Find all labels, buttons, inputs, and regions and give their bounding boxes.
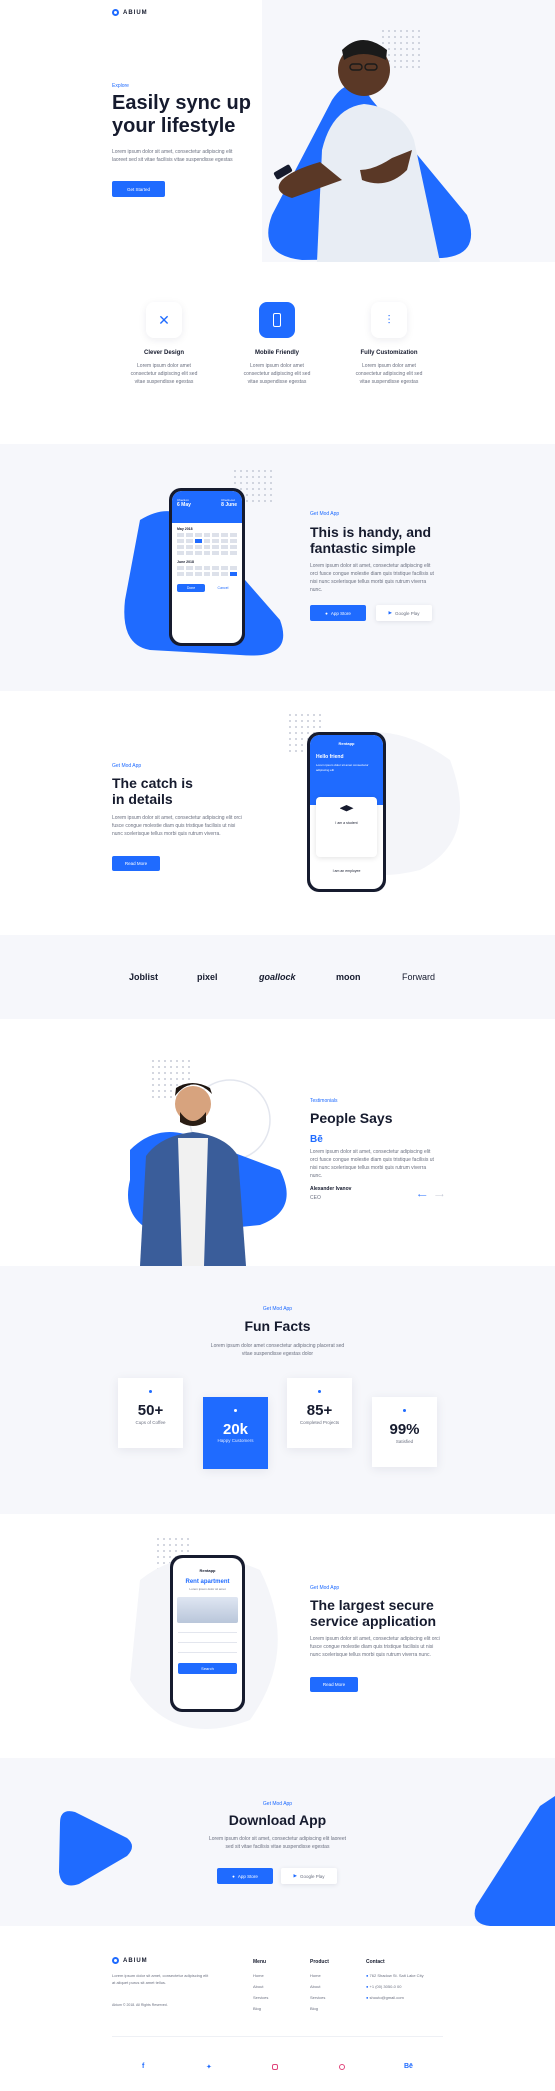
facts-title: Fun Facts xyxy=(244,1318,311,1334)
pinterest-icon[interactable] xyxy=(339,2064,345,2070)
footer-copyright: Abium © 2018. All Rights Reserved. xyxy=(112,2003,168,2007)
footer-link[interactable]: Home xyxy=(253,1970,268,1981)
logo-goallock: goallock xyxy=(259,972,296,982)
logo-joblist: Joblist xyxy=(129,972,159,982)
feature-item: Mobile Friendly Lorem ipsum dolor amet c… xyxy=(217,302,337,386)
rent-phone: Rentapp Rent apartment Lorem ipsum dolor… xyxy=(170,1555,245,1712)
cancel-button[interactable]: Cancel xyxy=(209,584,237,592)
testimonial-title: People Says xyxy=(310,1110,393,1126)
catch-text: Lorem ipsum dolor sit amet, consectetur … xyxy=(112,815,242,837)
download-google-play-button[interactable]: ▶ Google Play xyxy=(281,1868,337,1884)
hero-title: Easily sync up your lifestyle xyxy=(112,92,251,137)
facts-section xyxy=(0,1266,555,1514)
brand-logo[interactable]: ABIUM xyxy=(112,9,148,16)
apple-icon: ● xyxy=(232,1873,235,1879)
logo-icon xyxy=(112,9,119,16)
behance-icon[interactable]: Bē xyxy=(404,2063,413,2070)
testimonial-name: Alexander Ivanov xyxy=(310,1186,352,1192)
slider-prev-icon[interactable]: ⟵ xyxy=(418,1192,427,1199)
hero-text: Lorem ipsum dolor sit amet, consectetur … xyxy=(112,149,233,163)
fact-card-highlight: 20k Happy Customers xyxy=(203,1397,268,1469)
footer-product: Home About Services Blog xyxy=(310,1970,325,2014)
instagram-icon[interactable] xyxy=(272,2064,278,2070)
apple-icon: ● xyxy=(325,610,328,616)
footer-link[interactable]: About xyxy=(253,1981,268,1992)
fact-card: 99% Satisfied xyxy=(372,1397,437,1467)
footer-divider xyxy=(112,2036,443,2037)
logo-icon xyxy=(112,1957,119,1964)
footer-menu-title: Menu xyxy=(253,1959,267,1965)
footer-contact: ● 762 Shadow St. Salt Lake City ● +1 (00… xyxy=(366,1970,424,2003)
secure-title: The largest secure service application xyxy=(310,1597,437,1629)
logo-pixel: pixel xyxy=(197,972,218,982)
read-more-button[interactable]: Read More xyxy=(112,856,160,871)
calendar-phone: Check-in 6 May Check-out 8 June May 2018 J… xyxy=(169,488,245,646)
download-text: Lorem ipsum dolor sit amet, consectetur … xyxy=(208,1836,346,1850)
contact-phone[interactable]: ● +1 (00) 3050-0 00 xyxy=(366,1981,424,1992)
get-started-button[interactable]: Get Started xyxy=(112,181,165,197)
secure-text: Lorem ipsum dolor sit amet, consectetur … xyxy=(310,1636,440,1658)
footer-product-title: Product xyxy=(310,1959,329,1965)
catch-title: The catch is in details xyxy=(112,775,193,807)
fact-card: 50+ Cups of Coffee xyxy=(118,1378,183,1448)
fact-icon xyxy=(234,1409,237,1412)
calendar-grid[interactable] xyxy=(172,533,242,555)
mobile-icon xyxy=(259,302,295,338)
play-icon: ▶ xyxy=(388,610,392,615)
footer-menu: Home About Services Blog xyxy=(253,1970,268,2014)
facebook-icon[interactable]: f xyxy=(142,2063,144,2070)
testimonial-text: Lorem ipsum dolor sit amet, consectetur … xyxy=(310,1149,434,1179)
contact-email[interactable]: ● shouto@gmail.com xyxy=(366,1992,424,2003)
role-phone: Rentapp Hello friend Lorem ipsum dolor s… xyxy=(307,732,386,892)
logo-forward: Forward xyxy=(402,972,436,982)
search-button[interactable]: Search xyxy=(178,1663,237,1674)
done-button[interactable]: Done xyxy=(177,584,205,592)
testimonial-eyebrow: Testimonials xyxy=(310,1098,338,1104)
catch-eyebrow: Get Mod App xyxy=(112,763,142,769)
download-app-store-button[interactable]: ● App Store xyxy=(217,1868,273,1884)
secure-read-more-button[interactable]: Read More xyxy=(310,1677,358,1692)
handy-title: This is handy, and fantastic simple xyxy=(310,524,432,556)
footer-link[interactable]: Blog xyxy=(310,2003,325,2014)
slider-next-icon[interactable]: ⟶ xyxy=(435,1192,444,1199)
brand-name: ABIUM xyxy=(123,9,148,16)
footer-link[interactable]: About xyxy=(310,1981,325,1992)
footer-link[interactable]: Home xyxy=(310,1970,325,1981)
facts-text: Lorem ipsum dolor amet consectetur adipi… xyxy=(210,1343,345,1357)
download-title: Download App xyxy=(228,1812,327,1828)
facts-eyebrow: Get Mod App xyxy=(262,1306,293,1312)
twitter-icon[interactable]: ✦ xyxy=(206,2063,212,2071)
fact-icon xyxy=(149,1390,152,1393)
footer-logo[interactable]: ABIUM xyxy=(112,1957,148,1964)
features-section: ✕ Clever Design Lorem ipsum dolor amet c… xyxy=(0,262,555,442)
contact-address: ● 762 Shadow St. Salt Lake City xyxy=(366,1973,424,1978)
hero-eyebrow: Explore xyxy=(112,83,129,89)
footer-link[interactable]: Services xyxy=(310,1992,325,2003)
footer-about: Lorem ipsum dolor sit amet, consectetur … xyxy=(112,1973,209,1985)
footer-contact-title: Contact xyxy=(366,1959,385,1965)
tools-icon: ✕ xyxy=(146,302,182,338)
footer-link[interactable]: Blog xyxy=(253,2003,268,2014)
feature-item: ✕ Clever Design Lorem ipsum dolor amet c… xyxy=(104,302,224,386)
testimonial-illustration xyxy=(128,1079,287,1266)
handy-text: Lorem ipsum dolor sit amet, consectetur … xyxy=(310,563,434,593)
download-eyebrow: Get Mod App xyxy=(262,1801,293,1807)
play-icon: ▶ xyxy=(293,1873,297,1878)
graduation-cap-icon xyxy=(339,805,354,812)
logo-moon: moon xyxy=(336,972,361,982)
footer-link[interactable]: Services xyxy=(253,1992,268,2003)
google-play-button[interactable]: ▶ Google Play xyxy=(376,605,432,621)
testimonial-role: CEO xyxy=(310,1195,321,1201)
fact-icon xyxy=(403,1409,406,1412)
secure-eyebrow: Get Mod App xyxy=(310,1585,340,1591)
sliders-icon: ⫶ xyxy=(371,302,407,338)
handy-eyebrow: Get Mod App xyxy=(310,511,340,517)
fact-card: 85+ Completed Projects xyxy=(287,1378,352,1448)
feature-item: ⫶ Fully Customization Lorem ipsum dolor … xyxy=(329,302,449,386)
fact-icon xyxy=(318,1390,321,1393)
hero-illustration xyxy=(268,40,472,262)
behance-quote-icon: Bē xyxy=(310,1134,323,1145)
app-store-button[interactable]: ● App Store xyxy=(310,605,366,621)
apartment-image xyxy=(177,1597,238,1623)
